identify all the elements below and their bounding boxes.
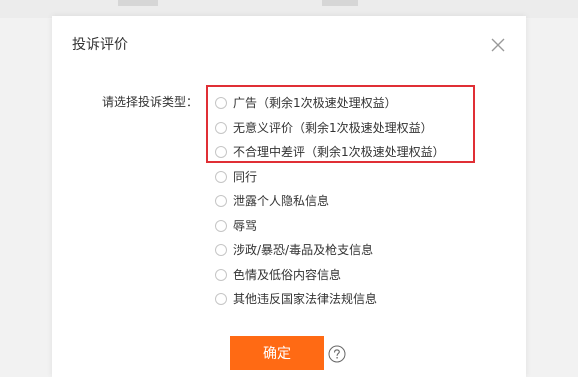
close-button[interactable] [487, 34, 509, 56]
radio-unchecked-icon[interactable] [215, 121, 227, 134]
option-label: 不合理中差评（剩余1次极速处理权益） [233, 145, 445, 160]
option-abuse[interactable]: 辱骂 [215, 214, 445, 239]
option-unreasonable-negative-review[interactable]: 不合理中差评（剩余1次极速处理权益） [215, 140, 445, 165]
radio-unchecked-icon[interactable] [215, 293, 227, 306]
confirm-button[interactable]: 确定 [230, 336, 324, 370]
radio-unchecked-icon[interactable] [215, 170, 227, 183]
help-icon [328, 345, 346, 363]
backdrop-fragment [118, 0, 158, 6]
radio-unchecked-icon[interactable] [215, 244, 227, 257]
close-icon [491, 38, 505, 52]
option-pornographic-vulgar[interactable]: 色情及低俗内容信息 [215, 263, 445, 288]
help-button[interactable] [328, 345, 346, 363]
dialog-title: 投诉评价 [72, 37, 128, 53]
option-label: 辱骂 [233, 218, 258, 233]
option-label: 色情及低俗内容信息 [233, 267, 342, 282]
option-label: 广告（剩余1次极速处理权益） [233, 96, 397, 111]
radio-unchecked-icon[interactable] [215, 195, 227, 208]
option-competitor[interactable]: 同行 [215, 165, 445, 190]
complaint-dialog: 投诉评价 请选择投诉类型： 广告（剩余1次极速处理权益） 无意义评价（剩余1次极… [52, 16, 526, 377]
option-label: 涉政/暴恐/毒品及枪支信息 [233, 243, 374, 258]
radio-unchecked-icon[interactable] [215, 97, 227, 110]
option-privacy-leak[interactable]: 泄露个人隐私信息 [215, 189, 445, 214]
option-label: 泄露个人隐私信息 [233, 194, 330, 209]
option-other-illegal[interactable]: 其他违反国家法律法规信息 [215, 287, 445, 312]
radio-unchecked-icon[interactable] [215, 219, 227, 232]
option-ad[interactable]: 广告（剩余1次极速处理权益） [215, 91, 445, 116]
complaint-type-label: 请选择投诉类型： [102, 95, 199, 109]
option-label: 无意义评价（剩余1次极速处理权益） [233, 120, 433, 135]
option-meaningless-review[interactable]: 无意义评价（剩余1次极速处理权益） [215, 116, 445, 141]
option-label: 同行 [233, 169, 258, 184]
option-political-violent-drugs-guns[interactable]: 涉政/暴恐/毒品及枪支信息 [215, 238, 445, 263]
option-label: 其他违反国家法律法规信息 [233, 292, 378, 307]
radio-unchecked-icon[interactable] [215, 146, 227, 159]
complaint-type-options: 广告（剩余1次极速处理权益） 无意义评价（剩余1次极速处理权益） 不合理中差评（… [215, 91, 445, 312]
radio-unchecked-icon[interactable] [215, 268, 227, 281]
backdrop-fragment [322, 0, 358, 6]
